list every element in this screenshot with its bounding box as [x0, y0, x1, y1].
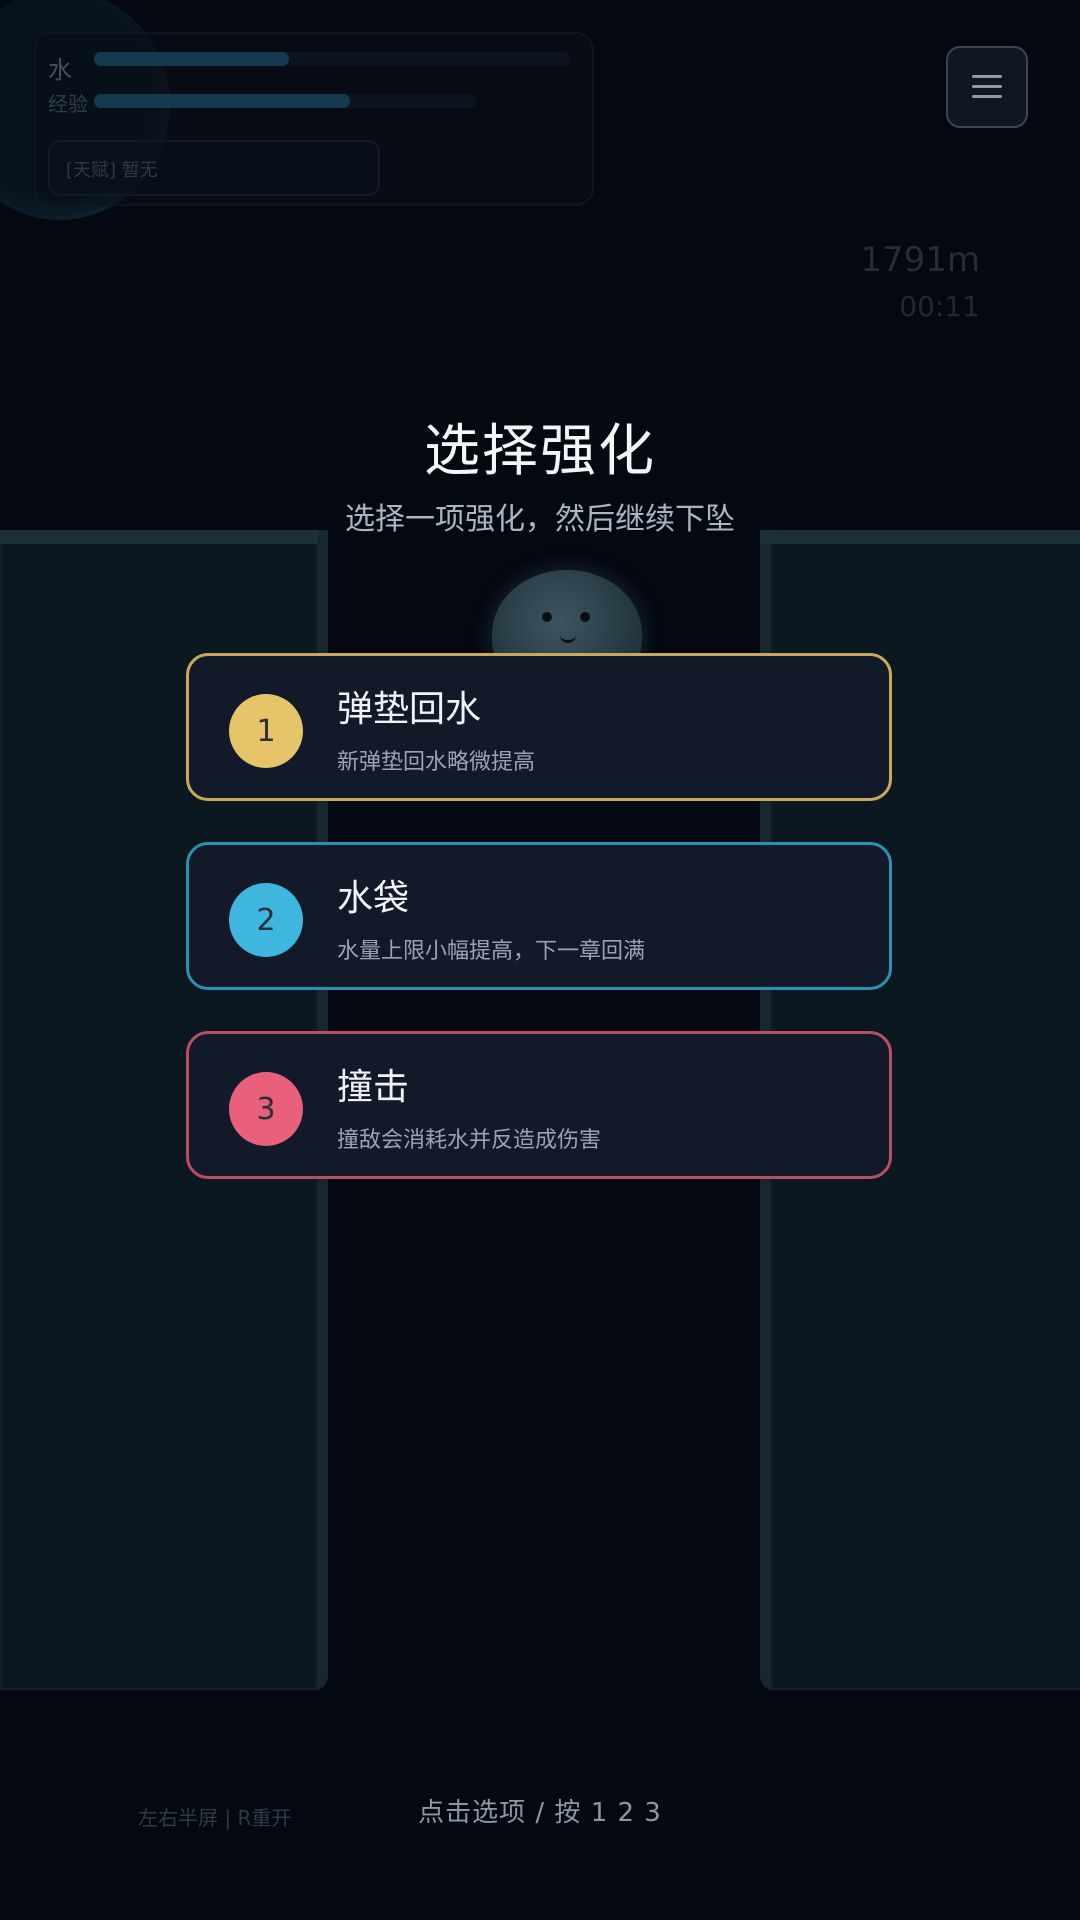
exp-label: 经验: [48, 92, 88, 116]
exp-bar: [94, 94, 476, 108]
option-card-3[interactable]: 3 撞击 撞敌会消耗水并反造成伤害: [186, 1031, 892, 1179]
timer-readout: 00:11: [899, 290, 980, 323]
option-number-badge: 3: [229, 1072, 303, 1146]
blob-right-eye: [580, 612, 590, 622]
selection-hint: 点击选项 / 按 1 2 3: [418, 1798, 662, 1828]
water-label: 水: [48, 56, 72, 84]
option-number-badge: 2: [229, 883, 303, 957]
overlay-subtitle: 选择一项强化，然后继续下坠: [345, 502, 735, 537]
distance-readout: 1791m: [860, 240, 980, 280]
option-name: 水袋: [337, 878, 410, 919]
overlay-title: 选择强化: [424, 419, 656, 484]
option-description: 新弹垫回水略微提高: [337, 750, 536, 775]
option-card-1[interactable]: 1 弹垫回水 新弹垫回水略微提高: [186, 653, 892, 801]
blob-left-eye: [542, 612, 552, 622]
menu-button[interactable]: [946, 46, 1028, 128]
option-name: 弹垫回水: [337, 689, 482, 730]
water-bar-fill: [94, 52, 290, 66]
option-name: 撞击: [337, 1067, 410, 1108]
exp-bar-fill: [94, 94, 350, 108]
option-description: 水量上限小幅提高，下一章回满: [337, 939, 646, 964]
blob-mouth: [560, 632, 576, 643]
talent-text: [天赋] 暂无: [66, 160, 158, 181]
option-number-badge: 1: [229, 694, 303, 768]
option-card-2[interactable]: 2 水袋 水量上限小幅提高，下一章回满: [186, 842, 892, 990]
option-description: 撞敌会消耗水并反造成伤害: [337, 1128, 602, 1153]
hamburger-menu-icon: [972, 75, 1002, 99]
water-bar: [94, 52, 570, 66]
